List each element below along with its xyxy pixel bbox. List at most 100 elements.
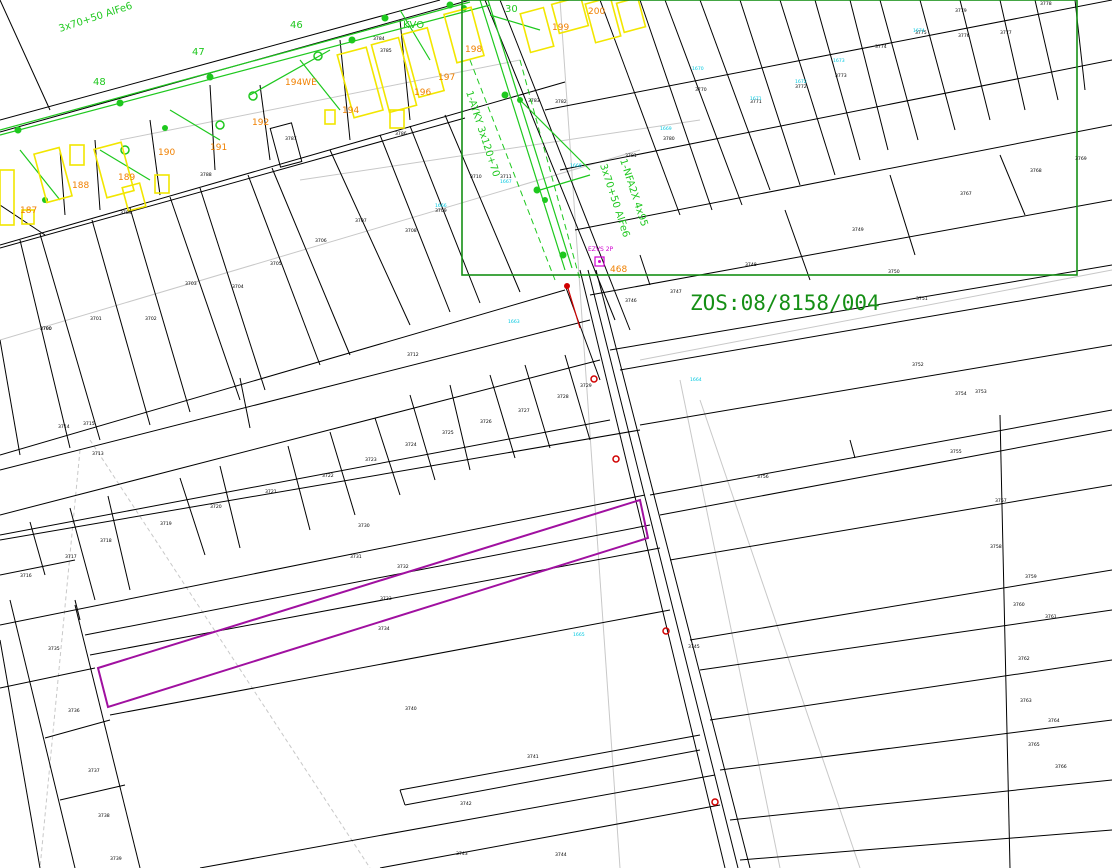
parcel-number: 3750 — [888, 269, 900, 275]
parcel-number: 3720 — [210, 504, 222, 510]
cyan-parcel-number: 1672 — [795, 79, 807, 85]
pole-number: 200 — [588, 7, 605, 17]
parcel-number: 3707 — [355, 218, 367, 224]
parcel-number: 3713 — [92, 451, 104, 457]
parcel-number: 3737 — [88, 768, 100, 774]
parcel-number: 3746 — [625, 298, 637, 304]
parcel-number: 3726 — [480, 419, 492, 425]
parcel-number: 3781 — [625, 153, 637, 159]
parcel-number: 3769 — [1075, 156, 1087, 162]
zone-code-label: ZOS:08/8158/004 — [690, 291, 880, 315]
parcel-number: 3773 — [835, 73, 847, 79]
cyan-parcel-number: 1666 — [435, 203, 447, 209]
cyan-parcel-number: 1671 — [750, 96, 762, 102]
pole-number: 48 — [93, 77, 106, 88]
cadastral-map[interactable]: EZVS 2P ZOS:08/8158/004 3x70+50 AlFe6 1-… — [0, 0, 1112, 868]
pole-number: 188 — [72, 181, 89, 191]
parcel-number: 3747 — [670, 289, 682, 295]
parcel-number: 3766 — [1055, 764, 1067, 770]
parcel-number: 3741 — [527, 754, 539, 760]
parcel-labels: 37003701 37023703370437053706370737083709… — [20, 1, 1087, 862]
parcel-number: 3727 — [518, 408, 530, 414]
parcel-number: 3760 — [1013, 602, 1025, 608]
pole-number: 194 — [342, 106, 359, 116]
parcel-number: 3763 — [1020, 698, 1032, 704]
parcel-number: 3739 — [110, 856, 122, 862]
parcel-number: 3789 — [120, 210, 132, 216]
parcel-number: 3703 — [185, 281, 197, 287]
parcel-number: 3762 — [1018, 656, 1030, 662]
parcel-number: 3708 — [405, 228, 417, 234]
parcel-number: 3788 — [200, 172, 212, 178]
pole-number: 194WE — [285, 78, 317, 88]
parcel-number: 3758 — [990, 544, 1002, 550]
parcel-number: 3783 — [528, 98, 540, 104]
parcel-number: 3745 — [688, 644, 700, 650]
parcel-number: 3751 — [916, 296, 928, 302]
pole-number: 190 — [158, 148, 175, 158]
parcel-number: 3738 — [98, 813, 110, 819]
pole-number: 198 — [465, 45, 482, 55]
parcel-number: 3714 — [58, 424, 70, 430]
parcel-number: 3765 — [1028, 742, 1040, 748]
pole-number: 30 — [505, 4, 518, 15]
parcel-number: 3716 — [20, 573, 32, 579]
cyan-parcel-number: 1668 — [570, 163, 582, 169]
parcel-number: 3712 — [407, 352, 419, 358]
pole-number: 189 — [118, 173, 135, 183]
parcel-number: 3756 — [757, 474, 769, 480]
pole-number: 187 — [20, 206, 37, 216]
parcel-number: 3702 — [145, 316, 157, 322]
parcel-number: 3733 — [380, 596, 392, 602]
parcel-number: 3787 — [285, 136, 297, 142]
parcel-number: 3770 — [695, 87, 707, 93]
pole-number: 192 — [252, 118, 269, 128]
cyan-parcel-number: 1674 — [913, 28, 925, 34]
cyan-parcel-number: 1669 — [660, 126, 672, 132]
parcel-number: 3790 — [40, 326, 52, 332]
parcel-number: 3730 — [358, 523, 370, 529]
pole-number: 196 — [414, 88, 431, 98]
parcel-number: 3744 — [555, 852, 567, 858]
parcel-number: 3724 — [405, 442, 417, 448]
pole-number: 197 — [438, 73, 455, 83]
parcel-number: 3710 — [470, 174, 482, 180]
parcel-number: 3764 — [1048, 718, 1060, 724]
parcel-number: 3728 — [557, 394, 569, 400]
parcel-number: 3785 — [380, 48, 392, 54]
pole-number: 46 — [290, 20, 303, 31]
parcel-number: 3748 — [745, 262, 757, 268]
parcel-number: 3759 — [1025, 574, 1037, 580]
cyan-parcel-number: 1667 — [500, 179, 512, 185]
cable-label: 3x70+50 AlFe6 — [58, 1, 134, 35]
parcel-number: 3731 — [350, 554, 362, 560]
cyan-parcel-number: 1664 — [690, 377, 702, 383]
parcel-number: 3725 — [442, 430, 454, 436]
parcel-number: 3719 — [160, 521, 172, 527]
parcel-number: 3732 — [397, 564, 409, 570]
parcel-number: 3715 — [83, 421, 95, 427]
parcel-number: 3767 — [960, 191, 972, 197]
parcel-number: 3701 — [90, 316, 102, 322]
parcel-number: 3705 — [270, 261, 282, 267]
buildings — [0, 0, 647, 226]
parcel-number: 3718 — [100, 538, 112, 544]
pole-number: KVO — [403, 20, 424, 31]
cyan-parcel-number: 1673 — [833, 58, 845, 64]
parcel-number: 3768 — [1030, 168, 1042, 174]
parcel-number: 3782 — [555, 99, 567, 105]
parcel-number: 3757 — [995, 498, 1007, 504]
cable-label: 1-AYKY 3x120+70 — [463, 90, 501, 179]
parcel-number: 3749 — [852, 227, 864, 233]
pole-number: 47 — [192, 47, 205, 58]
cyan-parcel-number: 1663 — [508, 319, 520, 325]
highlighted-parcel[interactable] — [96, 498, 650, 709]
parcel-number: 3774 — [875, 44, 887, 50]
parcel-number: 3736 — [68, 708, 80, 714]
parcel-number: 3777 — [1000, 30, 1012, 36]
orange-labels: 194 192 191 190 189 188 187 196 197 198 … — [20, 7, 627, 275]
parcel-number: 3743 — [456, 851, 468, 857]
parcel-number: 3740 — [405, 706, 417, 712]
parcel-number: 3752 — [912, 362, 924, 368]
parcel-number: 3721 — [265, 489, 277, 495]
